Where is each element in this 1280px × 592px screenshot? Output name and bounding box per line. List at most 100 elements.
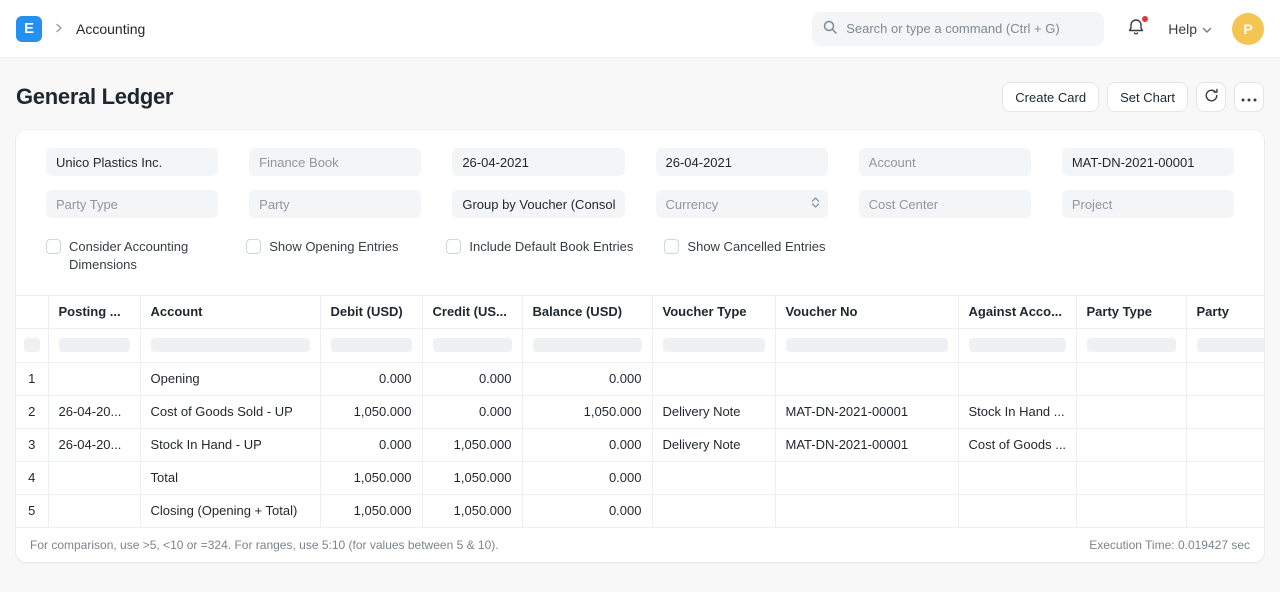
table-cell[interactable] (48, 494, 140, 527)
table-cell[interactable] (1076, 395, 1186, 428)
table-cell[interactable]: Stock In Hand ... (958, 395, 1076, 428)
table-cell[interactable]: 26-04-20... (48, 395, 140, 428)
table-cell[interactable]: 0.000 (522, 428, 652, 461)
checkbox-icon[interactable] (46, 239, 61, 254)
table-cell[interactable] (652, 362, 775, 395)
table-cell[interactable]: 0.000 (522, 362, 652, 395)
row-index[interactable]: 1 (16, 362, 48, 395)
table-cell[interactable]: 0.000 (320, 428, 422, 461)
column-header-posting-date[interactable]: Posting ... (48, 296, 140, 328)
table-cell[interactable]: 26-04-20... (48, 428, 140, 461)
filter-account[interactable] (859, 148, 1031, 176)
checkbox-include-default-book-entries[interactable]: Include Default Book Entries (446, 238, 633, 256)
refresh-button[interactable] (1196, 82, 1226, 112)
column-header-against-account[interactable]: Against Acco... (958, 296, 1076, 328)
table-cell[interactable]: 1,050.000 (320, 494, 422, 527)
filter-currency[interactable] (656, 190, 828, 218)
user-avatar[interactable]: P (1232, 13, 1264, 45)
table-cell[interactable]: Stock In Hand - UP (140, 428, 320, 461)
table-cell[interactable]: 1,050.000 (422, 461, 522, 494)
header-index[interactable] (16, 296, 48, 328)
table-cell[interactable] (958, 494, 1076, 527)
column-filter-input[interactable] (331, 338, 412, 352)
filter-to-date[interactable] (656, 148, 828, 176)
checkbox-icon[interactable] (446, 239, 461, 254)
column-filter-input[interactable] (663, 338, 765, 352)
checkbox-icon[interactable] (246, 239, 261, 254)
create-card-button[interactable]: Create Card (1002, 82, 1099, 112)
filter-cost-center[interactable] (859, 190, 1031, 218)
filter-project[interactable] (1062, 190, 1234, 218)
filter-party[interactable] (249, 190, 421, 218)
column-header-account[interactable]: Account (140, 296, 320, 328)
table-cell[interactable]: 0.000 (422, 362, 522, 395)
table-cell[interactable]: 0.000 (422, 395, 522, 428)
filter-group-by[interactable] (452, 190, 624, 218)
table-cell[interactable] (1186, 494, 1264, 527)
column-header-party[interactable]: Party (1186, 296, 1264, 328)
table-cell[interactable] (1076, 461, 1186, 494)
table-cell[interactable]: 1,050.000 (522, 395, 652, 428)
table-cell[interactable]: MAT-DN-2021-00001 (775, 428, 958, 461)
table-cell[interactable] (48, 362, 140, 395)
table-cell[interactable] (1076, 362, 1186, 395)
table-cell[interactable]: Cost of Goods ... (958, 428, 1076, 461)
table-cell[interactable]: 1,050.000 (320, 461, 422, 494)
checkbox-consider-accounting-dimensions[interactable]: Consider Accounting Dimensions (46, 238, 215, 273)
table-cell[interactable] (1186, 461, 1264, 494)
help-menu[interactable]: Help (1168, 21, 1212, 37)
row-index[interactable]: 2 (16, 395, 48, 428)
table-cell[interactable] (775, 494, 958, 527)
table-cell[interactable]: 0.000 (320, 362, 422, 395)
table-cell[interactable] (775, 461, 958, 494)
table-cell[interactable] (1186, 395, 1264, 428)
row-index[interactable]: 4 (16, 461, 48, 494)
table-cell[interactable]: Total (140, 461, 320, 494)
row-index[interactable]: 5 (16, 494, 48, 527)
column-header-voucher-no[interactable]: Voucher No (775, 296, 958, 328)
column-header-credit[interactable]: Credit (US... (422, 296, 522, 328)
app-logo[interactable]: E (16, 16, 42, 42)
column-filter-input[interactable] (1197, 338, 1265, 352)
column-filter-input[interactable] (59, 338, 130, 352)
table-cell[interactable]: Delivery Note (652, 428, 775, 461)
table-cell[interactable] (1186, 428, 1264, 461)
checkbox-icon[interactable] (664, 239, 679, 254)
table-cell[interactable]: 0.000 (522, 461, 652, 494)
column-filter-input[interactable] (1087, 338, 1176, 352)
row-index[interactable]: 3 (16, 428, 48, 461)
table-cell[interactable] (48, 461, 140, 494)
global-search[interactable] (812, 12, 1104, 46)
column-filter-input[interactable] (533, 338, 642, 352)
table-cell[interactable] (1076, 428, 1186, 461)
search-input[interactable] (846, 21, 1094, 36)
checkbox-show-opening-entries[interactable]: Show Opening Entries (246, 238, 415, 256)
table-cell[interactable] (1186, 362, 1264, 395)
breadcrumb[interactable]: Accounting (76, 21, 145, 37)
filter-from-date[interactable] (452, 148, 624, 176)
column-header-voucher-type[interactable]: Voucher Type (652, 296, 775, 328)
table-cell[interactable] (652, 494, 775, 527)
column-header-debit[interactable]: Debit (USD) (320, 296, 422, 328)
filter-party-type[interactable] (46, 190, 218, 218)
table-cell[interactable]: 1,050.000 (320, 395, 422, 428)
table-cell[interactable] (652, 461, 775, 494)
filter-voucher-no[interactable] (1062, 148, 1234, 176)
table-cell[interactable] (958, 362, 1076, 395)
table-cell[interactable]: 0.000 (522, 494, 652, 527)
menu-button[interactable] (1234, 82, 1264, 112)
table-cell[interactable]: 1,050.000 (422, 494, 522, 527)
table-cell[interactable] (1076, 494, 1186, 527)
table-cell[interactable]: MAT-DN-2021-00001 (775, 395, 958, 428)
set-chart-button[interactable]: Set Chart (1107, 82, 1188, 112)
table-cell[interactable]: 1,050.000 (422, 428, 522, 461)
notifications-button[interactable] (1124, 15, 1148, 42)
table-cell[interactable] (775, 362, 958, 395)
filter-finance-book[interactable] (249, 148, 421, 176)
column-filter-input[interactable] (786, 338, 948, 352)
table-cell[interactable]: Closing (Opening + Total) (140, 494, 320, 527)
column-filter-input[interactable] (433, 338, 512, 352)
filter-company[interactable] (46, 148, 218, 176)
column-filter-input[interactable] (24, 338, 40, 352)
table-cell[interactable]: Cost of Goods Sold - UP (140, 395, 320, 428)
